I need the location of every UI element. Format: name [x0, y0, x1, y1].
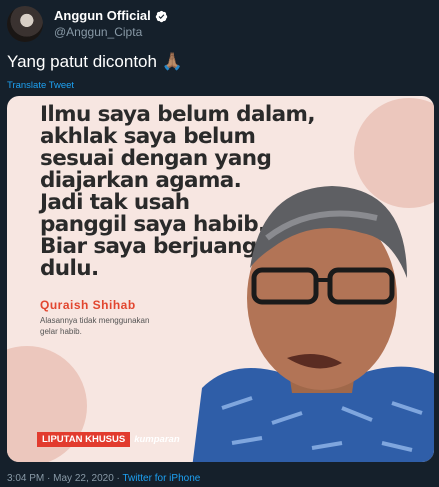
avatar[interactable] [7, 6, 43, 42]
badge-label: LIPUTAN KHUSUS [37, 432, 131, 447]
author-info: Anggun Official @Anggun_Cipta [54, 8, 168, 40]
quote-line: dulu. [40, 256, 99, 281]
tweet-text: Yang patut dicontoh 🙏🏽 [7, 52, 183, 71]
speaker-name: Quraish Shihab [40, 298, 136, 312]
author-handle[interactable]: @Anggun_Cipta [54, 24, 168, 40]
source-badge: LIPUTAN KHUSUS kumparan [37, 432, 184, 447]
caption-line: gelar habib. [40, 327, 82, 336]
meta-separator: · [47, 473, 51, 484]
brand-logo: kumparan [134, 434, 180, 445]
meta-separator: · [116, 473, 120, 484]
display-name-row: Anggun Official [54, 8, 168, 24]
translate-tweet-link[interactable]: Translate Tweet [7, 80, 74, 91]
tweet-header: Anggun Official @Anggun_Cipta [7, 6, 168, 42]
tweet-source-link[interactable]: Twitter for iPhone [123, 473, 201, 484]
caption-line: Alasannya tidak menggunakan [40, 316, 150, 325]
portrait-illustration [192, 186, 434, 462]
verified-badge-icon [155, 10, 167, 22]
display-name[interactable]: Anggun Official [54, 8, 151, 24]
tweet-meta: 3:04 PM · May 22, 2020 · Twitter for iPh… [7, 473, 200, 484]
tweet-date[interactable]: May 22, 2020 [53, 473, 114, 484]
tweet-media-image[interactable]: Ilmu saya belum dalam, akhlak saya belum… [7, 96, 434, 462]
tweet-time[interactable]: 3:04 PM [7, 473, 44, 484]
